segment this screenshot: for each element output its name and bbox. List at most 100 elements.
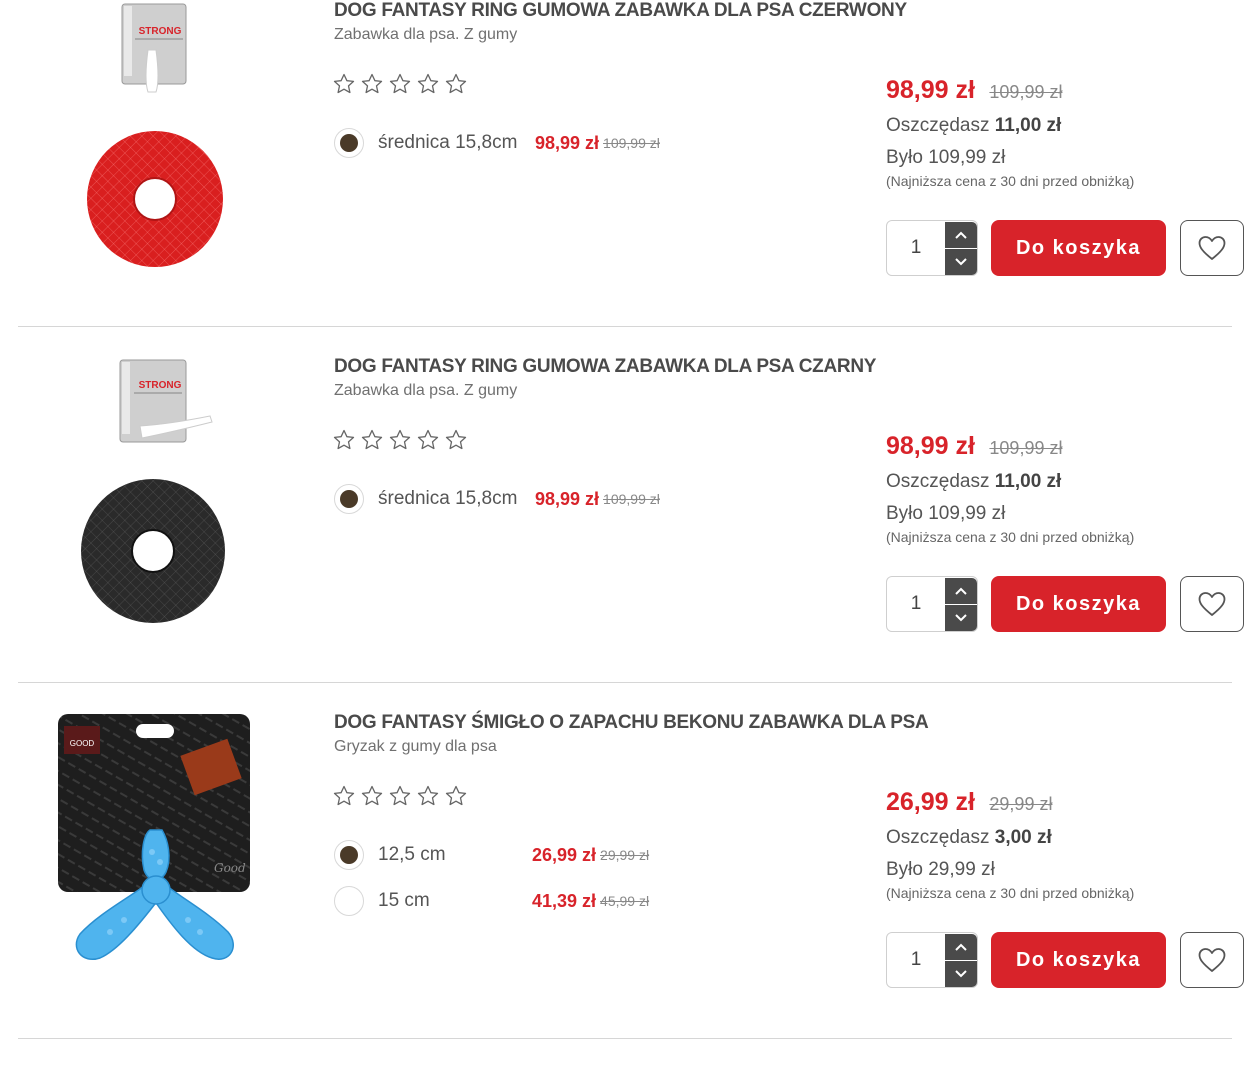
savings-label: Oszczędasz [886,827,990,848]
current-price: 98,99 zł [886,76,975,104]
add-to-cart-button[interactable]: Do koszyka [991,576,1166,632]
add-to-cart-button[interactable]: Do koszyka [991,220,1166,276]
rating-stars[interactable] [332,72,468,96]
quantity-input[interactable]: 1 [887,221,945,275]
quantity-stepper: 1 [886,932,978,988]
quantity-stepper: 1 [886,220,978,276]
product-card: GOOD RUB ER Good DOG FANTASY ŚMIGŁO O ZA… [0,712,1250,1068]
variant-label: 12,5 cm [378,844,446,865]
variant-old-price: 45,99 zł [600,893,650,909]
previous-price-text: Było 109,99 zł [886,147,1006,168]
variant-option[interactable]: 15 cm 41,39 zł 45,99 zł [334,878,649,924]
chevron-up-icon [955,943,967,951]
quantity-increase-button[interactable] [945,934,977,960]
product-subtitle: Gryzak z gumy dla psa [334,738,497,755]
star-empty-icon [445,785,467,806]
chevron-down-icon [955,970,967,978]
lowest-price-note: (Najniższa cena z 30 dni przed obniżką) [886,173,1135,189]
star-empty-icon [389,429,411,450]
star-empty-icon [445,429,467,450]
star-empty-icon [333,429,355,450]
old-price: 29,99 zł [989,794,1053,814]
quantity-decrease-button[interactable] [945,961,977,987]
product-image-black-ring[interactable]: STRONG [40,356,270,656]
variant-price: 98,99 zł [535,488,600,509]
price-box: 98,99 zł 109,99 zł Oszczędasz 11,00 zł B… [886,432,1134,545]
variant-radio-selected[interactable] [334,840,364,870]
variant-label: 15 cm [378,890,430,911]
svg-text:Good: Good [214,861,246,875]
variant-old-price: 29,99 zł [600,847,650,863]
product-image-propeller-toy[interactable]: GOOD RUB ER Good [40,712,270,1012]
star-empty-icon [333,785,355,806]
price-box: 26,99 zł 29,99 zł Oszczędasz 3,00 zł Był… [886,788,1134,901]
variant-label: średnica 15,8cm [378,132,518,153]
heart-icon [1198,236,1226,260]
star-empty-icon [333,73,355,94]
lowest-price-note: (Najniższa cena z 30 dni przed obniżką) [886,885,1135,901]
variant-radio-selected[interactable] [334,484,364,514]
current-price: 26,99 zł [886,788,975,816]
quantity-increase-button[interactable] [945,222,977,248]
wishlist-button[interactable] [1180,576,1244,632]
heart-icon [1198,948,1226,972]
product-title[interactable]: DOG FANTASY RING GUMOWA ZABAWKA DLA PSA … [334,356,876,378]
variant-price: 26,99 zł [532,844,597,865]
star-empty-icon [417,785,439,806]
color-swatch [340,490,358,508]
old-price: 109,99 zł [989,438,1063,458]
rating-stars[interactable] [332,784,468,808]
variant-option[interactable]: średnica 15,8cm 98,99 zł 109,99 zł [334,120,660,166]
chevron-up-icon [955,231,967,239]
rating-stars[interactable] [332,428,468,452]
savings-text: Oszczędasz 11,00 zł [886,115,1134,137]
quantity-input[interactable]: 1 [887,577,945,631]
wishlist-button[interactable] [1180,220,1244,276]
variant-radio-selected[interactable] [334,128,364,158]
svg-text:STRONG: STRONG [139,380,182,391]
chevron-up-icon [955,587,967,595]
variant-price: 98,99 zł [535,132,600,153]
product-subtitle: Zabawka dla psa. Z gumy [334,26,518,43]
previous-price-text: Było 109,99 zł [886,503,1006,524]
price-box: 98,99 zł 109,99 zł Oszczędasz 11,00 zł B… [886,76,1134,189]
product-card: STRONG DOG FANTASY RING GUMOWA ZABAWKA D… [0,356,1250,712]
color-swatch [340,846,358,864]
variant-option[interactable]: średnica 15,8cm 98,99 zł 109,99 zł [334,476,660,522]
divider [18,1038,1232,1039]
variant-radio-unselected[interactable] [334,886,364,916]
product-title[interactable]: DOG FANTASY ŚMIGŁO O ZAPACHU BEKONU ZABA… [334,712,929,734]
divider [18,682,1232,683]
quantity-input[interactable]: 1 [887,933,945,987]
quantity-decrease-button[interactable] [945,605,977,631]
heart-icon [1198,592,1226,616]
savings-text: Oszczędasz 11,00 zł [886,471,1134,493]
star-empty-icon [417,429,439,450]
savings-label: Oszczędasz [886,471,990,492]
variant-option[interactable]: 12,5 cm 26,99 zł 29,99 zł [334,832,649,878]
lowest-price-note: (Najniższa cena z 30 dni przed obniżką) [886,529,1135,545]
current-price: 98,99 zł [886,432,975,460]
product-image-red-ring[interactable]: STRONG [40,0,270,300]
variant-list: 12,5 cm 26,99 zł 29,99 zł 15 cm 41,39 zł… [334,832,649,924]
savings-text: Oszczędasz 3,00 zł [886,827,1134,849]
savings-value: 11,00 zł [994,115,1062,136]
svg-text:GOOD: GOOD [70,739,95,748]
variant-label: średnica 15,8cm [378,488,518,509]
savings-value: 3,00 zł [994,827,1052,848]
quantity-increase-button[interactable] [945,578,977,604]
star-empty-icon [417,73,439,94]
previous-price-text: Było 29,99 zł [886,859,995,880]
star-empty-icon [445,73,467,94]
add-to-cart-button[interactable]: Do koszyka [991,932,1166,988]
variant-list: średnica 15,8cm 98,99 zł 109,99 zł [334,120,660,166]
chevron-down-icon [955,614,967,622]
wishlist-button[interactable] [1180,932,1244,988]
star-empty-icon [361,785,383,806]
quantity-decrease-button[interactable] [945,249,977,275]
product-title[interactable]: DOG FANTASY RING GUMOWA ZABAWKA DLA PSA … [334,0,907,22]
savings-value: 11,00 zł [994,471,1062,492]
variant-price: 41,39 zł [532,890,597,911]
svg-text:STRONG: STRONG [139,26,182,37]
variant-old-price: 109,99 zł [603,491,660,507]
